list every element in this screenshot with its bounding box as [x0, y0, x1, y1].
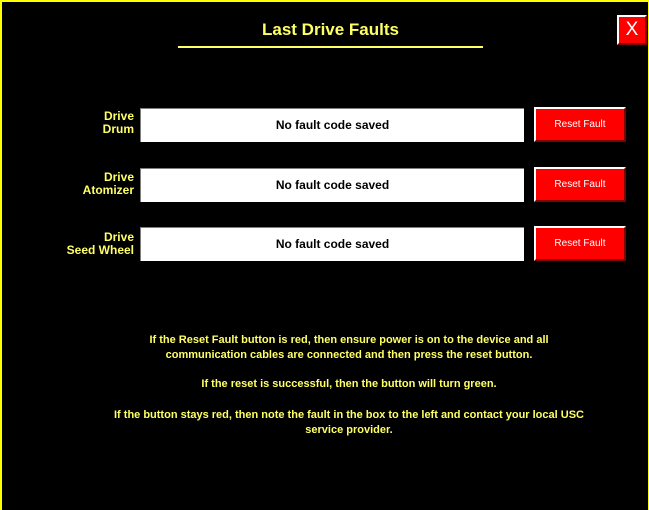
instruction-paragraph-1: If the Reset Fault button is red, then e… — [60, 333, 638, 363]
label-drive-atomizer: Drive Atomizer — [40, 171, 134, 197]
instruction-line: If the button stays red, then note the f… — [114, 409, 584, 421]
reset-fault-button-atomizer[interactable]: Reset Fault — [534, 167, 626, 202]
title-underline — [178, 46, 483, 48]
fault-code-field-atomizer: No fault code saved — [140, 168, 524, 202]
reset-fault-button-seed-wheel[interactable]: Reset Fault — [534, 226, 626, 261]
instruction-line: communication cables are connected and t… — [165, 349, 533, 361]
label-line: Seed Wheel — [66, 243, 134, 257]
label-drive-drum: Drive Drum — [40, 110, 134, 136]
instruction-line: If the reset is successful, then the but… — [201, 378, 497, 390]
close-button[interactable]: X — [617, 15, 647, 45]
instruction-paragraph-3: If the button stays red, then note the f… — [60, 408, 638, 438]
page-title: Last Drive Faults — [262, 20, 399, 39]
instruction-paragraph-2: If the reset is successful, then the but… — [60, 377, 638, 392]
fault-code-field-seed-wheel: No fault code saved — [140, 227, 524, 261]
instruction-line: service provider. — [305, 424, 393, 436]
label-line: Atomizer — [82, 183, 134, 197]
fault-code-field-drum: No fault code saved — [140, 108, 524, 142]
label-drive-seed-wheel: Drive Seed Wheel — [40, 231, 134, 257]
instruction-line: If the Reset Fault button is red, then e… — [149, 334, 549, 346]
label-line: Drum — [102, 122, 134, 136]
reset-fault-button-drum[interactable]: Reset Fault — [534, 107, 626, 142]
